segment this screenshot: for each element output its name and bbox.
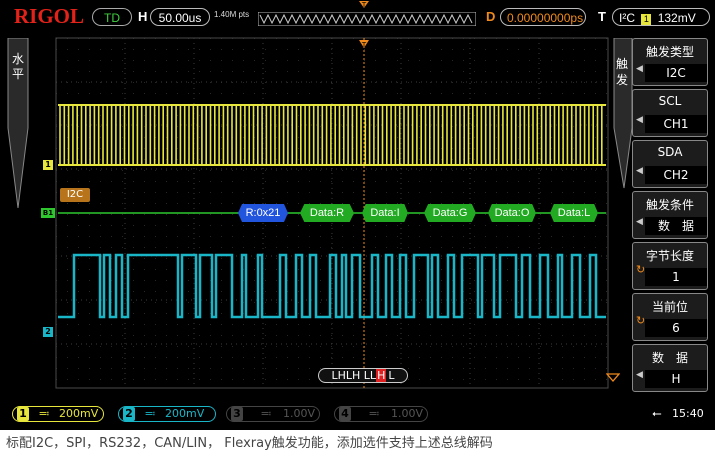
ch2-number: 2 — [123, 407, 135, 421]
menu-item-value: H — [645, 370, 707, 388]
left-arrow-icon: ◀ — [636, 115, 643, 125]
ch4-scale: 1.00V — [391, 407, 424, 420]
channel-status-bar: 1 ≕ 200mV 2 ≕ 200mV 3 ≕ 1.00V 4 ≕ 1.00V … — [0, 402, 715, 426]
dc-coupling-icon: ≕ — [260, 407, 272, 420]
dc-coupling-icon: ≕ — [368, 407, 380, 420]
ch1-scale: 200mV — [59, 407, 99, 420]
decode-data-packet: Data:L — [550, 204, 598, 222]
decode-data-packet: Data:G — [424, 204, 476, 222]
ch2-status[interactable]: 2 ≕ 200mV — [118, 406, 216, 422]
menu-trigger-condition[interactable]: 触发条件 ◀ 数 据 — [632, 191, 708, 239]
ch2-ground-marker[interactable]: 2 — [43, 327, 53, 337]
trigger-menu-title: 触 发 — [614, 56, 630, 88]
menu-item-title: SDA — [657, 145, 683, 159]
left-arrow-icon: ◀ — [636, 217, 643, 227]
ch1-status[interactable]: 1 ≕ 200mV — [12, 406, 104, 422]
menu-item-title: 数 据 — [651, 351, 688, 365]
menu-current-bit[interactable]: 当前位 ↻ 6 — [632, 293, 708, 341]
oscilloscope-screen: RIGOL TD H 50.00us 1.40M pts T D 0.00000… — [0, 0, 715, 430]
ch3-status[interactable]: 3 ≕ 1.00V — [226, 406, 320, 422]
pattern-bits: LHLH LL — [331, 369, 377, 382]
menu-sda-source[interactable]: SDA ◀ CH2 — [632, 140, 708, 188]
rotate-knob-icon: ↻ — [636, 263, 646, 276]
menu-item-title: 触发条件 — [645, 198, 694, 212]
menu-data-value[interactable]: 数 据 ◀ H — [632, 344, 708, 392]
menu-item-title: SCL — [658, 94, 682, 108]
menu-item-value: 数 据 — [645, 217, 707, 235]
ch4-status[interactable]: 4 ≕ 1.00V — [334, 406, 428, 422]
menu-trigger-type[interactable]: 触发类型 ◀ I2C — [632, 38, 708, 86]
bus-marker[interactable]: B1 — [41, 208, 55, 218]
ch2-scale: 200mV — [165, 407, 205, 420]
waveform-display: T — [55, 37, 609, 389]
menu-byte-length[interactable]: 字节长度 ↻ 1 — [632, 242, 708, 290]
menu-item-title: 触发类型 — [645, 45, 694, 59]
left-arrow-icon: ◀ — [636, 64, 643, 74]
dc-coupling-icon: ≕ — [144, 407, 156, 420]
ch3-scale: 1.00V — [283, 407, 316, 420]
image-caption: 标配I2C，SPI，RS232，CAN/LIN， Flexray触发功能，添加选… — [6, 436, 493, 451]
menu-item-value: CH1 — [645, 115, 707, 133]
menu-item-title: 当前位 — [651, 300, 688, 314]
pattern-last-bit: L — [388, 369, 395, 382]
ch1-number: 1 — [17, 407, 29, 421]
decode-data-packet: Data:I — [362, 204, 408, 222]
pattern-current-bit: H — [376, 369, 387, 382]
data-pattern-display: LHLH LLH L — [318, 368, 408, 383]
decode-address-packet: R:0x21 — [238, 204, 288, 222]
ch4-number: 4 — [339, 407, 351, 421]
menu-item-value: CH2 — [645, 166, 707, 184]
menu-title-char-2: 发 — [615, 73, 628, 87]
left-arrow-icon: ◀ — [636, 166, 643, 176]
ch3-number: 3 — [231, 407, 243, 421]
menu-item-value: I2C — [645, 64, 707, 82]
menu-title-char-1: 触 — [615, 57, 628, 71]
menu-item-value: 1 — [645, 268, 707, 286]
bus-type-label: I2C — [60, 188, 90, 202]
svg-text:T: T — [361, 41, 367, 49]
menu-item-value: 6 — [645, 319, 707, 337]
menu-title-tab — [613, 38, 633, 189]
left-arrow-icon: ◀ — [636, 370, 643, 380]
decode-data-packet: Data:O — [488, 204, 536, 222]
menu-item-title: 字节长度 — [645, 249, 694, 263]
clock-time: 15:40 — [672, 407, 704, 420]
menu-scl-source[interactable]: SCL ◀ CH1 — [632, 89, 708, 137]
ch1-ground-marker[interactable]: 1 — [43, 160, 53, 170]
rotate-knob-icon: ↻ — [636, 314, 646, 327]
usb-icon: ⭠ — [652, 406, 662, 420]
dc-coupling-icon: ≕ — [38, 407, 50, 420]
decode-data-packet: Data:R — [300, 204, 354, 222]
